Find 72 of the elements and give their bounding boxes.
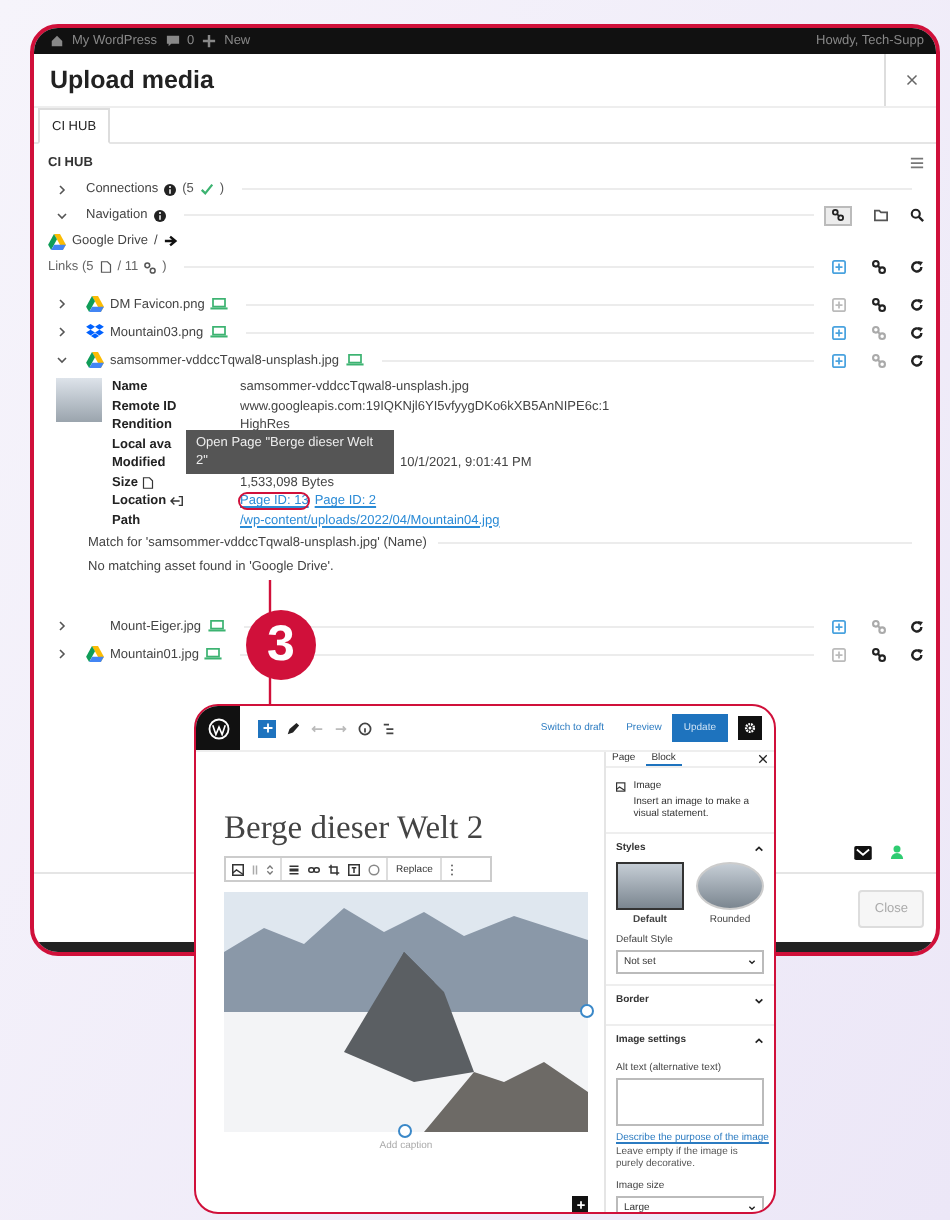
link-icon[interactable]	[871, 260, 885, 274]
modal-title: Upload media	[50, 66, 216, 94]
drive-icon	[86, 646, 104, 662]
file-icon	[99, 260, 112, 274]
photo-placeholder	[56, 378, 102, 422]
circle-icon[interactable]	[368, 863, 380, 875]
info-icon	[153, 209, 166, 221]
alt-text-field[interactable]	[616, 1078, 764, 1126]
add-block-button[interactable]	[572, 1196, 588, 1212]
link-icon	[144, 261, 157, 273]
align-icon[interactable]	[288, 863, 300, 875]
menu-icon[interactable]	[910, 156, 924, 170]
image-icon[interactable]	[232, 863, 244, 875]
refresh-icon[interactable]	[910, 260, 924, 274]
arrow-icon[interactable]	[163, 234, 178, 248]
image-icon	[616, 780, 626, 794]
chevron-icon[interactable]	[56, 298, 68, 310]
resize-handle[interactable]	[398, 1124, 412, 1138]
comment-icon[interactable]	[165, 34, 179, 48]
list-view-icon[interactable]	[382, 721, 396, 735]
return-icon	[170, 494, 185, 509]
laptop-icon	[209, 326, 228, 338]
link-icon[interactable]	[871, 297, 885, 311]
dropbox-icon	[86, 324, 104, 340]
info-icon[interactable]	[358, 721, 372, 735]
file-icon	[142, 475, 155, 490]
add-icon[interactable]	[832, 260, 846, 274]
close-icon[interactable]	[758, 754, 768, 764]
settings-icon	[744, 722, 756, 734]
envelope-icon[interactable]	[854, 845, 872, 859]
add-icon[interactable]	[832, 325, 846, 339]
chevron-icon[interactable]	[56, 209, 68, 221]
search-icon[interactable]	[910, 208, 924, 222]
close-icon	[905, 74, 917, 86]
folder-icon[interactable]	[874, 208, 888, 222]
chevron-icon[interactable]	[754, 995, 764, 1005]
pen-icon[interactable]	[286, 721, 300, 735]
link-icon	[832, 208, 844, 222]
chevron-icon	[748, 1203, 756, 1211]
chevron-icon	[748, 958, 756, 966]
drive-icon	[86, 296, 104, 312]
plus-icon[interactable]	[202, 34, 217, 48]
style-preview[interactable]	[616, 862, 684, 910]
post-title[interactable]: Berge dieser Welt 2	[224, 808, 604, 848]
drive-icon	[86, 352, 104, 368]
chevron-icon[interactable]	[56, 183, 68, 195]
check-icon	[199, 182, 214, 196]
chevron-icon[interactable]	[56, 648, 68, 660]
link-icon[interactable]	[871, 647, 885, 661]
add-icon[interactable]	[832, 619, 846, 633]
drive-icon	[48, 233, 66, 249]
drag-handle-icon[interactable]	[252, 863, 258, 875]
resize-handle[interactable]	[580, 1004, 594, 1018]
wordpress-logo-icon[interactable]	[196, 706, 240, 750]
move-arrows-icon[interactable]	[266, 863, 274, 875]
crop-icon[interactable]	[328, 863, 340, 875]
chevron-icon[interactable]	[56, 620, 68, 632]
chevron-icon[interactable]	[754, 843, 764, 853]
laptop-icon	[204, 648, 223, 660]
home-icon[interactable]	[50, 34, 64, 48]
laptop-icon	[207, 620, 226, 632]
laptop-icon	[345, 354, 364, 366]
laptop-icon	[210, 298, 229, 310]
text-overlay-icon[interactable]	[348, 863, 360, 875]
info-icon	[164, 183, 177, 195]
chevron-icon[interactable]	[56, 354, 68, 366]
link-view-button[interactable]	[824, 205, 852, 225]
chevron-icon[interactable]	[754, 1035, 764, 1045]
link-icon[interactable]	[308, 863, 320, 875]
settings-button[interactable]	[738, 716, 762, 740]
add-icon[interactable]	[832, 353, 846, 367]
chevron-icon[interactable]	[56, 326, 68, 338]
